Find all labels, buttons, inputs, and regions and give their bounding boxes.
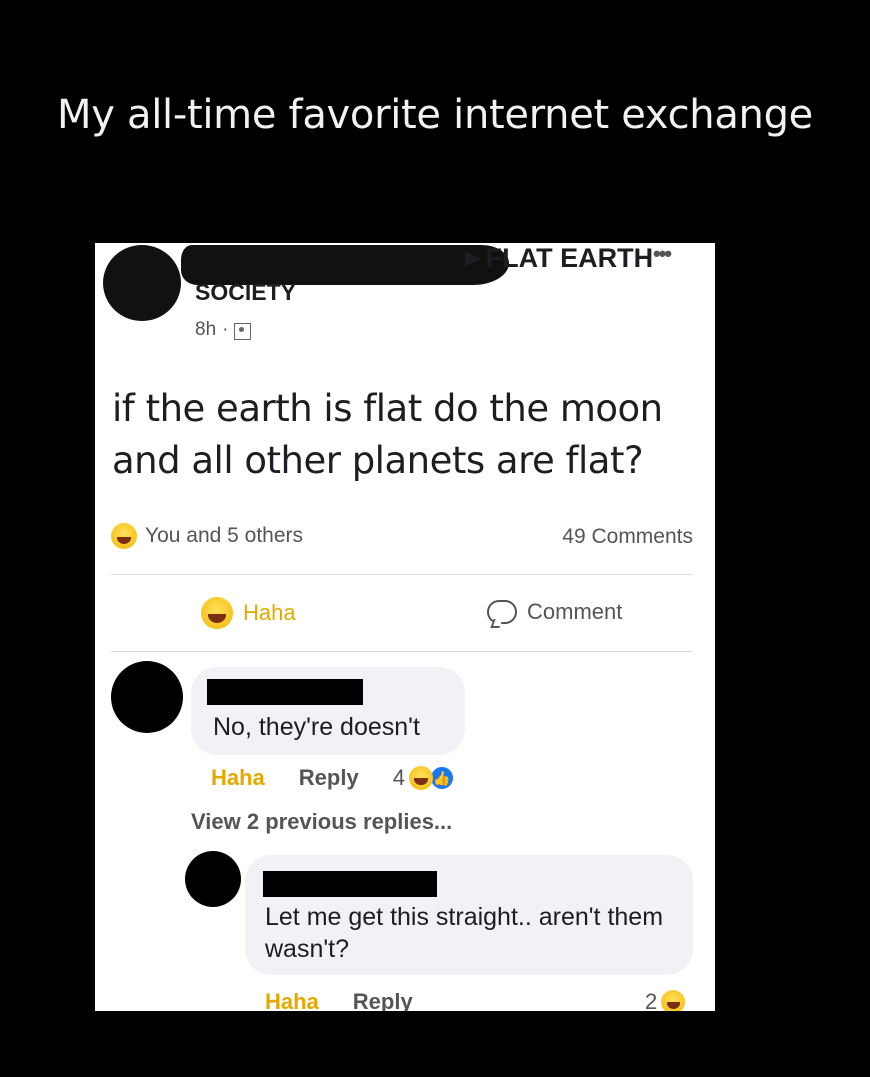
redacted-commenter-name (207, 679, 363, 705)
comment-reaction-count[interactable]: 4 (393, 765, 405, 791)
view-previous-replies-link[interactable]: View 2 previous replies... (191, 809, 452, 835)
group-name-suffix[interactable]: SOCIETY (195, 279, 296, 306)
facebook-post-screenshot: ▶ FLAT EARTH ••• SOCIETY 8h · if the eart… (95, 243, 715, 1011)
comment-actions: Haha Reply (265, 989, 413, 1011)
haha-emoji-icon (201, 597, 233, 629)
commenter-avatar[interactable] (185, 851, 241, 907)
arrow-right-icon: ▶ (465, 248, 480, 269)
audience-icon (234, 322, 252, 340)
comment-actions: Haha Reply 4 👍 (211, 765, 455, 791)
redacted-commenter-name (263, 871, 437, 897)
haha-emoji-icon (408, 766, 433, 790)
haha-emoji-icon (661, 990, 686, 1011)
haha-emoji-icon (111, 523, 137, 549)
post-body: if the earth is flat do the moon and all… (112, 387, 663, 482)
post-meta: 8h · (195, 319, 252, 341)
comment-reply-link[interactable]: Reply (353, 989, 413, 1011)
haha-reaction-button[interactable]: Haha (201, 597, 296, 629)
meta-dot: · (222, 319, 229, 340)
comment-reaction-count[interactable]: 2 (645, 989, 686, 1011)
comments-count[interactable]: 49 Comments (562, 525, 693, 549)
more-options-icon[interactable]: ••• (653, 243, 672, 267)
redacted-avatar (103, 245, 181, 321)
reaction-summary[interactable]: You and 5 others (111, 523, 303, 549)
comment-text: Let me get this straight.. aren't them w… (265, 903, 664, 963)
group-link[interactable]: ▶ FLAT EARTH (465, 243, 653, 274)
post-stats: You and 5 others 49 Comments (111, 523, 693, 553)
comment-text: No, they're doesn't (213, 713, 420, 741)
divider (111, 574, 693, 575)
divider (111, 651, 693, 652)
post-timestamp: 8h (195, 319, 217, 340)
comment-reply-link[interactable]: Reply (299, 765, 359, 791)
comment-bubble: Let me get this straight.. aren't them w… (245, 855, 693, 975)
comment-haha-link[interactable]: Haha (211, 765, 265, 791)
commenter-avatar[interactable] (111, 661, 183, 733)
comment-button[interactable]: Comment (487, 599, 622, 625)
comment-bubble: No, they're doesn't (191, 667, 465, 755)
comment-haha-link[interactable]: Haha (265, 989, 319, 1011)
post-caption: My all-time favorite internet exchange (56, 92, 813, 138)
comment-icon (487, 600, 517, 624)
